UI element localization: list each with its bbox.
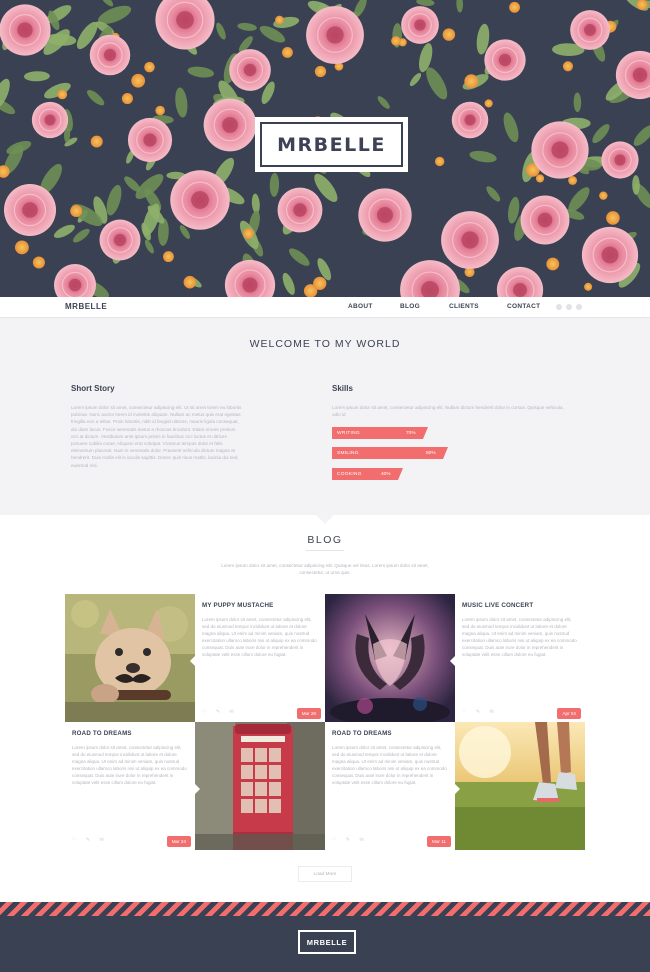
footer-stripes (0, 902, 650, 916)
post-date-badge: Apr 04 (557, 708, 581, 719)
nav-item-contact[interactable]: CONTACT (507, 303, 540, 310)
social-icon[interactable] (566, 304, 572, 310)
post-date-badge: Mar 28 (296, 708, 321, 719)
post-title[interactable]: MY PUPPY MUSTACHE (202, 602, 273, 609)
pointer-arrow (450, 656, 455, 666)
post-date-badge: Mar 24 (166, 836, 191, 847)
post-card[interactable]: MY PUPPY MUSTACHE Lorem ipsum dolor sit … (190, 594, 325, 722)
skills-text: Lorem ipsum dolor sit amet, consectetur … (332, 405, 564, 418)
short-story-title: Short Story (71, 384, 115, 393)
nav-item-about[interactable]: ABOUT (348, 303, 373, 310)
social-icon[interactable] (556, 304, 562, 310)
footer-logo[interactable]: MRBELLE (298, 930, 356, 954)
hero-banner: MRBELLE (0, 0, 650, 297)
skill-name: SMILING (337, 450, 359, 456)
skill-percent: 40% (381, 471, 391, 477)
footer: MRBELLE (0, 902, 650, 972)
post-image-puppy[interactable] (65, 594, 195, 722)
skill-percent: 80% (426, 450, 436, 456)
skills-title: Skills (332, 384, 353, 393)
pointer-arrow (190, 656, 195, 666)
skill-percent: 70% (406, 430, 416, 436)
hero-logo-text: MRBELLE (277, 133, 386, 156)
pointer-arrow (195, 784, 200, 794)
post-date-badge: Mar 11 (427, 836, 451, 847)
welcome-title: WELCOME TO MY WORLD (249, 338, 401, 350)
section-notch (316, 515, 334, 524)
post-excerpt: Lorem ipsum dolor sit amet, consectetur … (72, 745, 187, 785)
pointer-arrow (455, 784, 460, 794)
blog-subtitle: Lorem ipsum dolor sit amet, consectetur … (221, 563, 429, 575)
footer-logo-text: MRBELLE (306, 937, 348, 947)
top-navigation: MRBELLE ABOUT BLOG CLIENTS CONTACT (0, 297, 650, 318)
post-excerpt: Lorem ipsum dolor sit amet, consectetur … (202, 617, 317, 657)
social-icon[interactable] (576, 304, 582, 310)
post-image-concert[interactable] (325, 594, 455, 722)
post-meta-icons: ♡ ✎ ✉ (72, 837, 108, 843)
post-image-runner[interactable] (455, 722, 585, 850)
welcome-section: WELCOME TO MY WORLD Short Story Lorem ip… (0, 318, 650, 515)
skill-name: WRITING (337, 430, 360, 436)
post-meta-icons: ♡ ✎ ✉ (332, 837, 368, 843)
post-title[interactable]: ROAD TO DREAMS (332, 730, 392, 737)
post-title[interactable]: MUSIC LIVE CONCERT (462, 602, 533, 609)
post-meta-icons: ♡ ✎ ✉ (202, 709, 238, 715)
post-card[interactable]: MUSIC LIVE CONCERT Lorem ipsum dolor sit… (450, 594, 585, 722)
skill-name: COOKING (337, 471, 362, 477)
hero-logo[interactable]: MRBELLE (255, 117, 408, 172)
post-card[interactable]: ROAD TO DREAMS Lorem ipsum dolor sit ame… (65, 722, 200, 850)
post-card[interactable]: ROAD TO DREAMS Lorem ipsum dolor sit ame… (325, 722, 460, 850)
post-excerpt: Lorem ipsum dolor sit amet, consectetur … (462, 617, 577, 657)
post-excerpt: Lorem ipsum dolor sit amet, consectetur … (332, 745, 447, 785)
short-story-text: Lorem ipsum dolor sit amet, consectetur … (71, 405, 242, 468)
post-image-phone-booth[interactable] (195, 722, 325, 850)
nav-item-clients[interactable]: CLIENTS (449, 303, 479, 310)
blog-title: BLOG (307, 534, 343, 546)
load-more-button[interactable]: Load More (298, 866, 352, 882)
post-title[interactable]: ROAD TO DREAMS (72, 730, 132, 737)
post-meta-icons: ♡ ✎ ✉ (462, 709, 498, 715)
nav-item-blog[interactable]: BLOG (400, 303, 420, 310)
nav-brand[interactable]: MRBELLE (65, 302, 107, 311)
blog-title-divider (306, 550, 344, 551)
